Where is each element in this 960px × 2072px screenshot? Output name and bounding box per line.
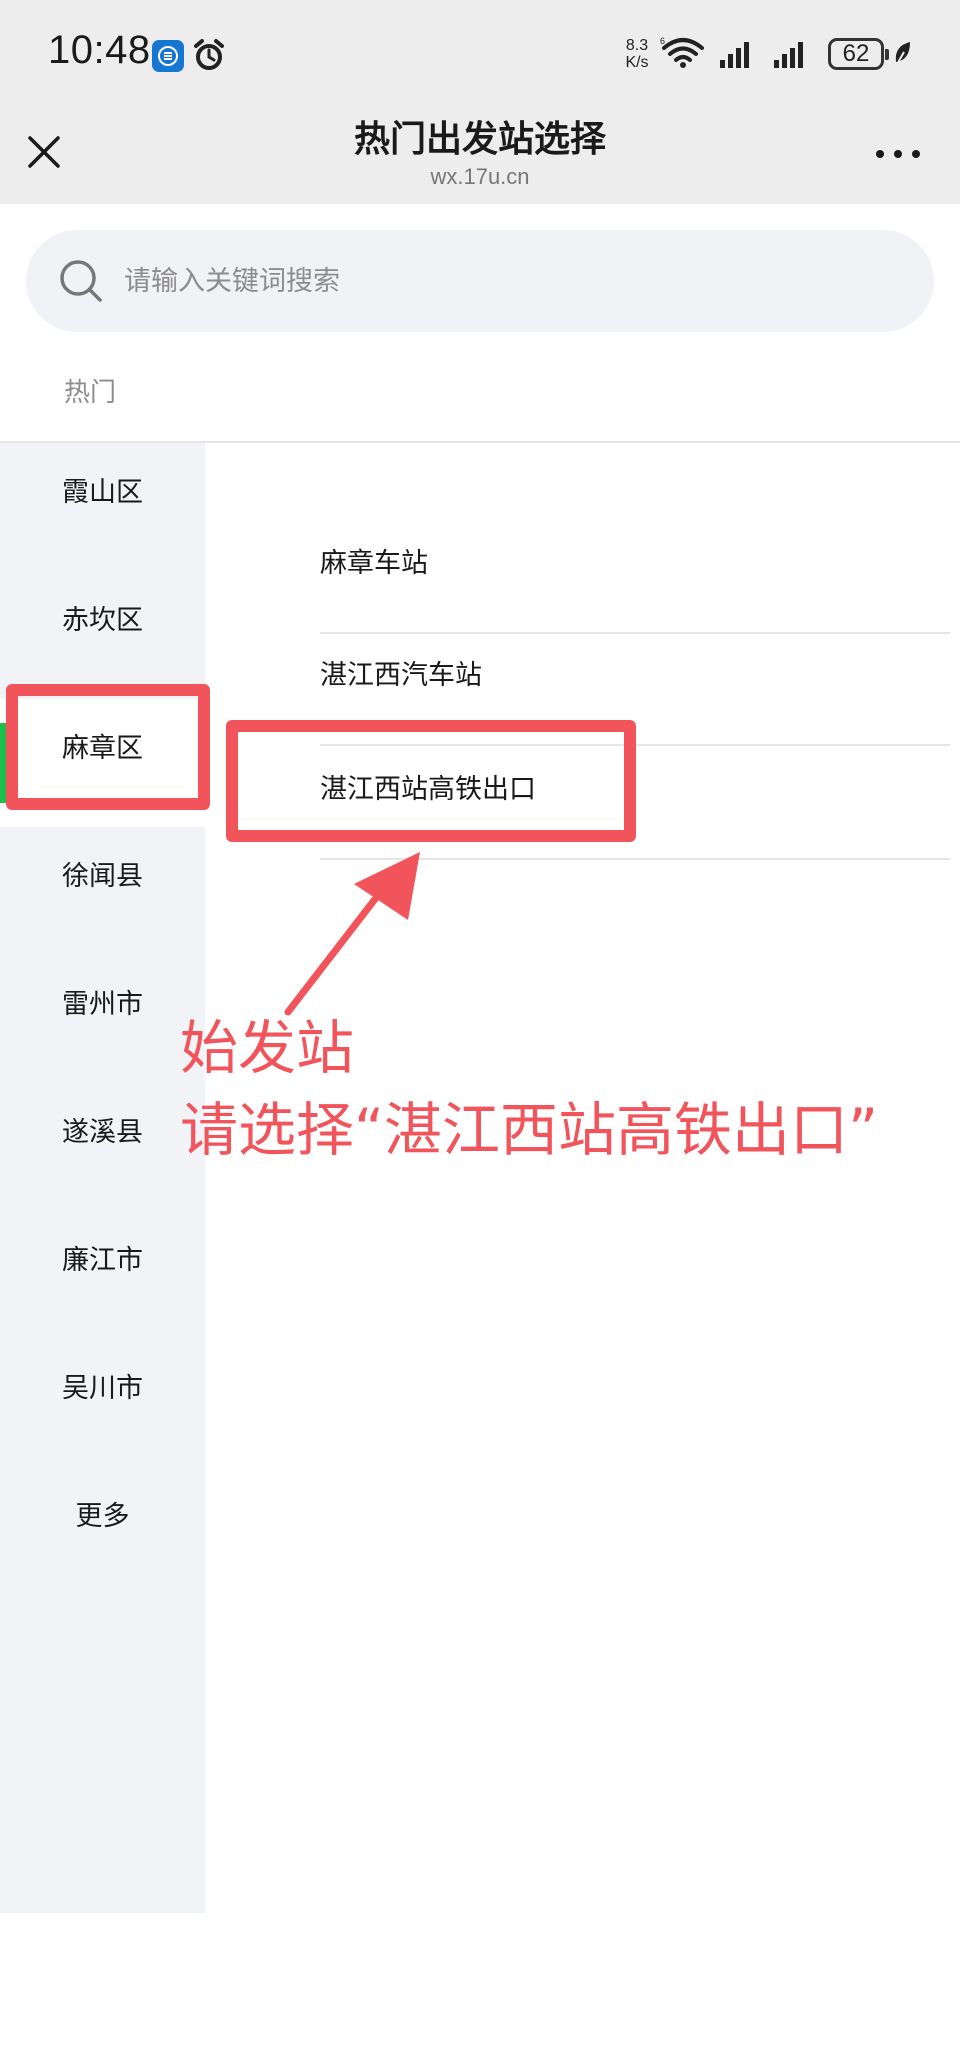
battery-icon: 62 [828,38,889,70]
status-time: 10:48 [48,28,151,72]
status-bar: 10:48 8.3 K/s 6 62 [0,0,960,104]
signal-icon [772,38,812,72]
annotation-arrow-icon [270,840,430,1024]
network-speed-unit: K/s [625,54,649,71]
station-item[interactable]: 麻章车站 [320,508,950,620]
district-sidebar: 霞山区 赤坎区 麻章区 徐闻县 雷州市 遂溪县 廉江市 吴川市 更多 [0,443,205,1913]
annotation-line-2: 请选择“湛江西站高铁出口” [180,1096,879,1164]
page-title: 热门出发站选择 [353,119,606,160]
station-item[interactable]: 湛江西汽车站 [320,620,950,732]
wifi-icon: 6 [660,36,706,74]
sidebar-item-more[interactable]: 更多 [0,1467,205,1595]
alarm-icon [192,38,226,76]
sidebar-item-suixi[interactable]: 遂溪县 [0,1083,205,1211]
search-input[interactable] [124,230,904,332]
hot-section-label: 热门 [64,378,117,408]
svg-text:6: 6 [660,36,665,46]
sidebar-item-leizhou[interactable]: 雷州市 [0,955,205,1083]
signal-icon [718,38,758,72]
highlight-box-station [226,720,636,842]
page-subtitle-url: wx.17u.cn [430,164,530,189]
sidebar-item-lianjiang[interactable]: 廉江市 [0,1211,205,1339]
more-icon[interactable] [874,144,922,164]
sidebar-item-xuwen[interactable]: 徐闻县 [0,827,205,955]
search-bar[interactable] [26,230,934,332]
station-label: 麻章车站 [320,548,428,579]
sidebar-item-chikan[interactable]: 赤坎区 [0,571,205,699]
sidebar-item-xiashan[interactable]: 霞山区 [0,443,205,571]
nav-bar: 热门出发站选择 wx.17u.cn [0,104,960,204]
highlight-box-district [6,684,210,810]
network-speed: 8.3 K/s [620,37,654,71]
network-speed-value: 8.3 [625,37,649,54]
sidebar-item-wuchuan[interactable]: 吴川市 [0,1339,205,1467]
station-label: 湛江西汽车站 [320,660,482,691]
search-icon [58,258,104,308]
app-notification-icon [152,40,184,72]
screen: 10:48 8.3 K/s 6 62 热门出发站选择 wx.17u.cn 请输入… [0,0,960,2072]
annotation-line-1: 始发站 [180,1014,355,1082]
leaf-icon [892,40,914,72]
